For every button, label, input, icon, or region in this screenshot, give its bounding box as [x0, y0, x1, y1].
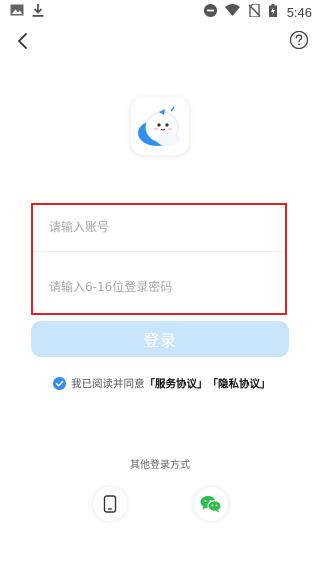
no-sim-icon [248, 2, 261, 21]
account-input[interactable] [49, 220, 277, 234]
agreement-row: 我已阅读并同意 「服务协议」 「隐私协议」 [53, 375, 271, 391]
password-field-row [49, 267, 277, 307]
login-screen: 5:46 请输入账号 登录 我已阅读并同意 「服务协议」 「隐私协议」 其他登录… [0, 0, 320, 568]
privacy-agreement-link[interactable]: 「隐私协议」 [208, 376, 271, 391]
service-agreement-link[interactable]: 「服务协议」 [145, 376, 208, 391]
agreement-text: 我已阅读并同意 [71, 377, 145, 390]
login-button[interactable]: 登录 [31, 321, 289, 357]
phone-icon [103, 495, 117, 513]
image-icon [10, 4, 24, 20]
help-button[interactable] [288, 29, 310, 51]
account-field-row [49, 207, 277, 247]
status-bar-right: 5:46 [203, 2, 312, 21]
credentials-form [31, 203, 287, 315]
password-input[interactable] [49, 280, 277, 294]
battery-charging-icon [268, 3, 277, 21]
app-mascot-logo [138, 106, 180, 146]
status-bar-left [10, 3, 44, 21]
app-logo [131, 97, 189, 155]
status-time: 5:46 [286, 4, 312, 20]
check-icon [55, 380, 64, 387]
agreement-checkbox[interactable] [53, 376, 66, 390]
status-bar: 5:46 [0, 0, 320, 24]
field-divider [33, 251, 285, 252]
download-icon [32, 3, 44, 21]
wechat-icon [200, 496, 222, 513]
do-not-disturb-icon [203, 3, 217, 21]
wechat-login-button[interactable] [194, 487, 228, 521]
wifi-icon [224, 4, 240, 20]
phone-login-button[interactable] [93, 487, 127, 521]
help-circle-icon [289, 30, 309, 50]
chevron-left-icon [18, 33, 27, 49]
other-login-title: 其他登录方式 [130, 460, 190, 471]
back-button[interactable] [12, 30, 34, 52]
